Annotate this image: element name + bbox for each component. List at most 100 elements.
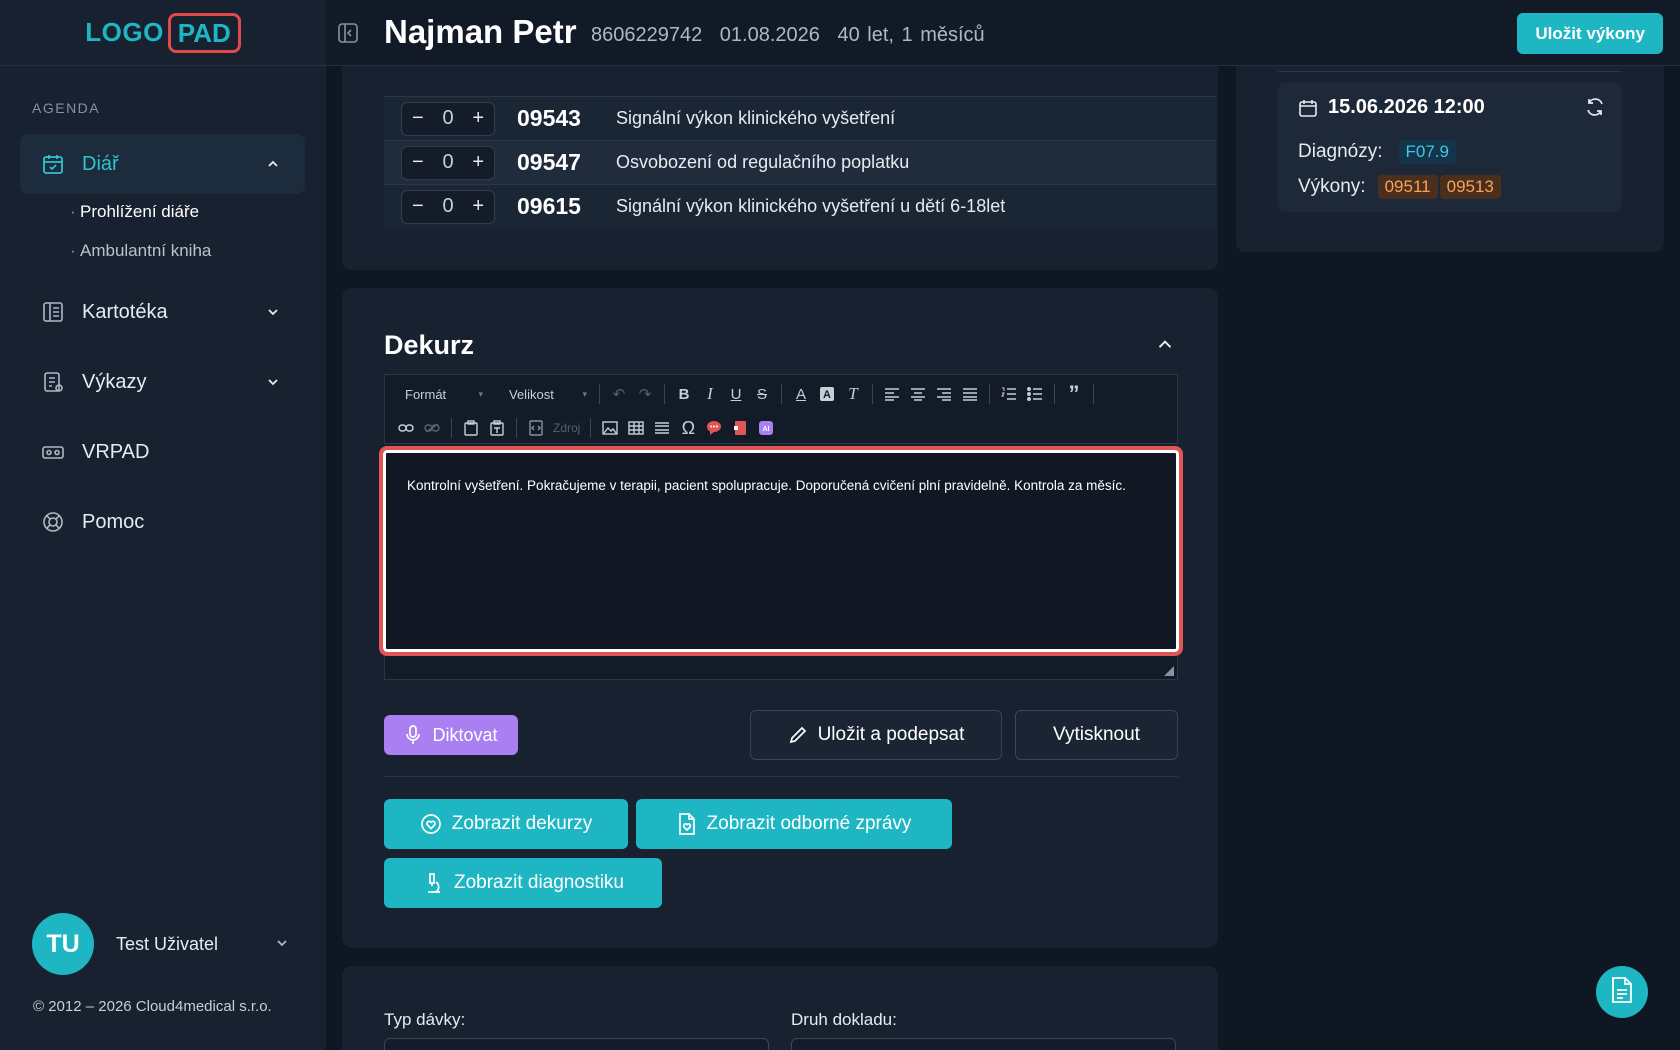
table-row: − 0 + 09543 Signální výkon klinického vy… (384, 96, 1216, 140)
underline-icon[interactable]: U (723, 381, 749, 407)
diagnosis-tag: F07.9 (1398, 140, 1456, 164)
show-reports-label: Zobrazit odborné zprávy (706, 813, 912, 834)
strikethrough-icon[interactable]: S (749, 381, 775, 407)
paste-text-icon[interactable] (484, 415, 510, 441)
save-and-sign-button[interactable]: Uložit a podepsat (750, 710, 1002, 760)
show-reports-button[interactable]: Zobrazit odborné zprávy (636, 799, 952, 849)
procedure-tag: 09511 (1377, 175, 1438, 199)
chevron-down-icon (263, 302, 283, 322)
align-center-icon[interactable] (905, 381, 931, 407)
diagnoses-label: Diagnózy: (1298, 141, 1383, 162)
show-dekurzy-button[interactable]: Zobrazit dekurzy (384, 799, 628, 849)
numbered-list-icon[interactable] (996, 381, 1022, 407)
size-select[interactable]: Velikost (497, 381, 593, 407)
batch-form-card: Typ dávky: Druh dokladu: (342, 966, 1218, 1050)
procedures-label: Výkony: (1298, 176, 1366, 197)
minus-icon[interactable]: − (412, 151, 424, 174)
plus-icon[interactable]: + (472, 107, 484, 130)
procedure-description: Osvobození od regulačního poplatku (616, 152, 910, 172)
logo[interactable]: LOGO PAD (0, 0, 326, 66)
visit-diagnoses: Diagnózy: F07.9 (1298, 140, 1456, 164)
stepper-value: 0 (442, 107, 454, 129)
dictate-button[interactable]: Diktovat (384, 715, 518, 755)
refresh-icon[interactable] (1584, 96, 1606, 123)
sidebar-item-pomoc[interactable]: Pomoc (20, 492, 305, 552)
sidebar-item-vykazy[interactable]: Výkazy (20, 352, 305, 412)
link-icon[interactable] (393, 415, 419, 441)
redo-icon[interactable]: ↷ (632, 381, 658, 407)
bold-icon[interactable]: B (671, 381, 697, 407)
show-diagnostics-label: Zobrazit diagnostiku (453, 872, 625, 893)
sidebar-item-diar[interactable]: Diář (20, 134, 305, 194)
sidebar-subitem-ambulantni-kniha[interactable]: Ambulantní kniha (70, 241, 211, 261)
source-icon[interactable] (523, 415, 549, 441)
background-color-icon[interactable]: A (814, 381, 840, 407)
print-button[interactable]: Vytisknout (1015, 710, 1178, 760)
heart-circle-icon (420, 813, 442, 835)
image-icon[interactable] (597, 415, 623, 441)
dekurz-text[interactable]: Kontrolní vyšetření. Pokračujeme v terap… (407, 478, 1126, 493)
avatar: TU (32, 913, 94, 975)
align-left-icon[interactable] (879, 381, 905, 407)
ai-icon[interactable]: AI (753, 415, 779, 441)
template-icon[interactable] (727, 415, 753, 441)
align-right-icon[interactable] (931, 381, 957, 407)
pencil-icon (788, 725, 808, 745)
undo-icon[interactable]: ↶ (606, 381, 632, 407)
text-color-icon[interactable]: A (788, 381, 814, 407)
bullet-list-icon[interactable] (1022, 381, 1048, 407)
stepper-value: 0 (442, 151, 454, 173)
sidebar-subitem-prohlizeni[interactable]: Prohlížení diáře (70, 202, 199, 222)
plus-icon[interactable]: + (472, 151, 484, 174)
paste-icon[interactable] (458, 415, 484, 441)
procedure-code: 09547 (517, 149, 581, 175)
italic-icon[interactable]: I (697, 381, 723, 407)
dekurz-editor[interactable]: Kontrolní vyšetření. Pokračujeme v terap… (379, 446, 1183, 656)
quantity-stepper[interactable]: − 0 + (401, 145, 495, 180)
align-justify-icon[interactable] (957, 381, 983, 407)
calendar-icon (1298, 98, 1318, 118)
format-select[interactable]: Formát (393, 381, 489, 407)
batch-type-select[interactable] (384, 1038, 769, 1050)
resize-handle[interactable] (1164, 666, 1174, 676)
user-name: Test Uživatel (116, 933, 219, 954)
unlink-icon[interactable] (419, 415, 445, 441)
divider (1278, 66, 1622, 72)
minus-icon[interactable]: − (412, 195, 424, 218)
quantity-stepper[interactable]: − 0 + (401, 189, 495, 224)
sidebar-toggle-icon[interactable] (336, 21, 360, 45)
speech-bubble-icon[interactable] (701, 415, 727, 441)
user-menu[interactable]: TU Test Uživatel (32, 913, 292, 975)
doc-type-label: Druh dokladu: (791, 1010, 897, 1029)
toolbar-row-1: Formát Velikost ↶ ↷ B I U S A A T (385, 377, 1100, 411)
patient-age: 40 let, 1 měsíců (837, 24, 985, 46)
doc-type-select[interactable] (791, 1038, 1176, 1050)
omega-icon[interactable]: Ω (675, 415, 701, 441)
chevron-up-icon[interactable] (1154, 334, 1176, 361)
plus-icon[interactable]: + (472, 195, 484, 218)
table-row: − 0 + 09547 Osvobození od regulačního po… (384, 140, 1216, 184)
dictate-label: Diktovat (432, 724, 498, 745)
save-procedures-button[interactable]: Uložit výkony (1517, 13, 1663, 54)
horizontal-line-icon[interactable] (649, 415, 675, 441)
procedure-description: Signální výkon klinického vyšetření u dě… (616, 196, 1006, 216)
copyright: © 2012 – 2026 Cloud4medical s.r.o. (33, 998, 272, 1015)
document-icon (1611, 976, 1633, 1008)
table-icon[interactable] (623, 415, 649, 441)
quantity-stepper[interactable]: − 0 + (401, 101, 495, 136)
visit-card[interactable]: 15.06.2026 12:00 Diagnózy: F07.9 Výkony:… (1278, 82, 1622, 212)
divider (384, 776, 1178, 777)
show-diagnostics-button[interactable]: Zobrazit diagnostiku (384, 858, 662, 908)
remove-format-icon[interactable]: T (840, 381, 866, 407)
procedure-code: 09543 (517, 105, 581, 131)
minus-icon[interactable]: − (412, 107, 424, 130)
sidebar-item-label: Pomoc (82, 510, 145, 533)
procedure-tag: 09513 (1439, 175, 1501, 199)
quote-icon[interactable]: ” (1061, 381, 1087, 407)
section-label-agenda: AGENDA (32, 100, 101, 116)
source-label[interactable]: Zdroj (553, 421, 580, 435)
notes-fab-button[interactable] (1596, 966, 1648, 1018)
patient-date: 01.08.2026 (719, 24, 820, 46)
sidebar-item-kartoteka[interactable]: Kartotéka (20, 282, 305, 342)
sidebar-item-vrpad[interactable]: VRPAD (20, 422, 305, 482)
